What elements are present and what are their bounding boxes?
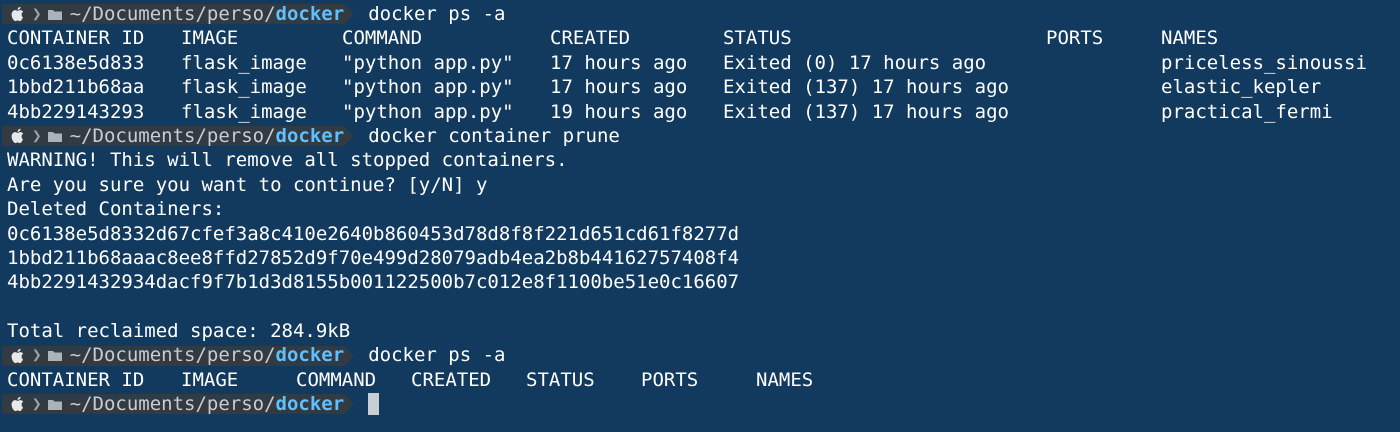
col-created: CREATED <box>550 27 631 50</box>
chevron-right-icon: ❯ <box>32 125 42 145</box>
deleted-container-id: 0c6138e5d8332d67cfef3a8c410e2640b860453d… <box>7 222 740 245</box>
col-status: STATUS <box>526 368 595 391</box>
cell-command: "python app.py" <box>342 76 514 99</box>
chevron-right-icon: ❯ <box>32 394 42 414</box>
col-image: IMAGE <box>181 368 239 391</box>
deleted-container-id: 4bb2291432934dacf9f7b1d3d8155b001122500b… <box>7 271 740 294</box>
prompt-line: ❯ ~/Documents/perso/docker docker ps -a <box>2 2 1400 26</box>
table-row: 0c6138e5d833 flask_image "python app.py"… <box>7 51 1400 75</box>
prompt-segment: ❯ ~/Documents/perso/docker <box>2 393 355 416</box>
cell-status: Exited (137) 17 hours ago <box>723 100 1009 123</box>
chevron-right-icon: ❯ <box>32 345 42 365</box>
deleted-container-id: 1bbd211b68aaac8ee8ffd27852d9f70e499d2807… <box>7 246 740 269</box>
output-deleted-header: Deleted Containers: <box>7 198 225 221</box>
prompt-path: ~/Documents/perso/ <box>69 393 276 416</box>
text-cursor[interactable] <box>368 393 380 416</box>
output-confirm: Are you sure you want to continue? [y/N]… <box>7 173 488 196</box>
col-status: STATUS <box>723 27 792 50</box>
cell-ports <box>1046 75 1161 99</box>
cell-container-id: 1bbd211b68aa <box>7 76 145 99</box>
folder-icon <box>47 9 62 20</box>
col-names: NAMES <box>756 368 814 391</box>
command-text: docker ps -a <box>368 3 506 25</box>
prompt-path: ~/Documents/perso/ <box>69 124 276 147</box>
cell-created: 19 hours ago <box>550 100 688 123</box>
cell-container-id: 0c6138e5d833 <box>7 51 145 74</box>
cell-command: "python app.py" <box>342 51 514 74</box>
prompt-path: ~/Documents/perso/ <box>69 2 276 25</box>
prompt-cwd: docker <box>275 393 345 416</box>
cell-names: priceless_sinoussi <box>1161 51 1367 74</box>
col-created: CREATED <box>411 368 492 391</box>
prompt-cwd: docker <box>275 2 345 25</box>
folder-icon <box>47 399 62 410</box>
cell-created: 17 hours ago <box>550 76 688 99</box>
command-text: docker ps -a <box>368 344 506 367</box>
prompt-cwd: docker <box>275 344 345 367</box>
prompt-line: ❯ ~/Documents/perso/docker docker contai… <box>2 124 1400 148</box>
command-text: docker container prune <box>368 124 620 147</box>
table-row: 4bb229143293 flask_image "python app.py"… <box>7 100 1400 124</box>
output-total: Total reclaimed space: 284.9kB <box>7 320 351 343</box>
cell-names: practical_fermi <box>1161 100 1333 123</box>
apple-icon <box>11 397 24 412</box>
table-row: 1bbd211b68aa flask_image "python app.py"… <box>7 75 1400 99</box>
cell-image: flask_image <box>181 51 307 74</box>
prompt-segment: ❯ ~/Documents/perso/docker <box>2 124 355 147</box>
folder-icon <box>47 131 62 142</box>
cell-image: flask_image <box>181 76 307 99</box>
col-names: NAMES <box>1161 27 1219 50</box>
prompt-segment: ❯ ~/Documents/perso/docker <box>2 344 355 367</box>
prompt-line: ❯ ~/Documents/perso/docker docker ps -a <box>2 343 1400 367</box>
chevron-right-icon: ❯ <box>32 3 42 23</box>
terminal-window[interactable]: ❯ ~/Documents/perso/docker docker ps -a … <box>0 0 1400 432</box>
apple-icon <box>11 348 24 363</box>
cell-command: "python app.py" <box>342 100 514 123</box>
cell-ports <box>1046 100 1161 124</box>
prompt-segment: ❯ ~/Documents/perso/docker <box>2 2 355 25</box>
apple-icon <box>11 128 24 144</box>
table-header: CONTAINER ID IMAGE COMMAND CREATED STATU… <box>7 26 1400 50</box>
col-image: IMAGE <box>181 27 239 50</box>
table-header: CONTAINER ID IMAGE COMMAND CREATED STATU… <box>7 368 1400 392</box>
active-prompt-line[interactable]: ❯ ~/Documents/perso/docker <box>2 392 1400 416</box>
col-container-id: CONTAINER ID <box>7 368 145 391</box>
cell-created: 17 hours ago <box>550 51 688 74</box>
prompt-path: ~/Documents/perso/ <box>69 344 276 367</box>
col-ports: PORTS <box>641 368 699 391</box>
col-command: COMMAND <box>342 27 423 50</box>
apple-icon <box>11 6 24 22</box>
cell-image: flask_image <box>181 100 307 123</box>
cell-names: elastic_kepler <box>1161 76 1322 99</box>
cell-status: Exited (0) 17 hours ago <box>723 51 987 74</box>
cell-container-id: 4bb229143293 <box>7 100 145 123</box>
col-container-id: CONTAINER ID <box>7 27 145 50</box>
col-ports: PORTS <box>1046 27 1104 50</box>
output-warning: WARNING! This will remove all stopped co… <box>7 149 568 172</box>
folder-icon <box>47 351 62 362</box>
cell-ports <box>1046 51 1161 75</box>
prompt-cwd: docker <box>275 124 345 147</box>
cell-status: Exited (137) 17 hours ago <box>723 76 1009 99</box>
col-command: COMMAND <box>296 368 377 391</box>
